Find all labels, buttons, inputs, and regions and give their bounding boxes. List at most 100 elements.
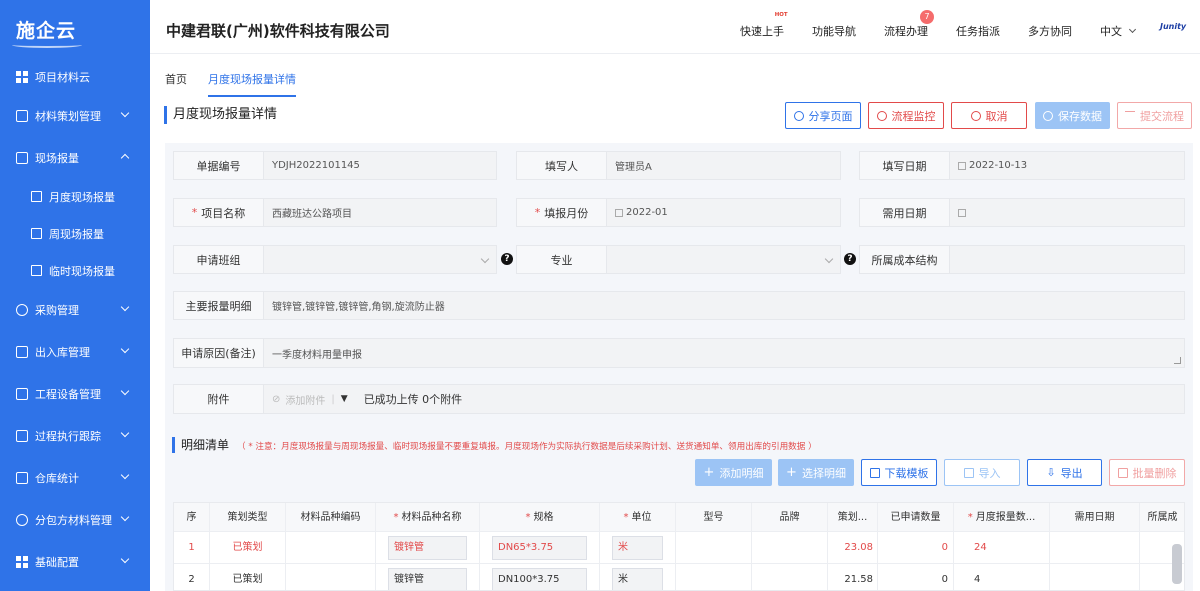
col-model: 型号 bbox=[676, 503, 752, 532]
chevron-up-icon bbox=[120, 153, 130, 163]
monitor-icon bbox=[876, 110, 887, 121]
field-bill-no: 单据编号 YDJH2022101145 bbox=[173, 151, 497, 180]
calendar-icon bbox=[31, 228, 42, 239]
field-main-detail[interactable]: 主要报量明细 镀锌管,镀锌管,镀锌管,角钢,旋流防止器 bbox=[173, 291, 1185, 320]
menu-collaboration[interactable]: 多方协同 bbox=[1028, 23, 1072, 39]
grid-icon bbox=[16, 71, 28, 83]
spec-input[interactable]: DN100*3.75 bbox=[492, 568, 587, 590]
calendar-icon bbox=[958, 208, 966, 217]
crumb-current[interactable]: 月度现场报量详情 bbox=[208, 71, 296, 97]
document-icon bbox=[869, 467, 880, 478]
topbar: 中建君联(广州)软件科技有限公司 快速上手 HOT 功能导航 流程办理 7 任务指派… bbox=[150, 0, 1200, 54]
brand-logo[interactable]: Junity bbox=[1160, 22, 1186, 31]
nav-item-project-cloud[interactable]: 项目材料云 bbox=[0, 56, 150, 98]
monthly-input[interactable]: 4 bbox=[954, 564, 1050, 590]
details-note: （ * 注意：月度现场报量与周现场报量、临时现场报量不要重复填报。月度现场作为实… bbox=[237, 442, 817, 452]
field-need-date[interactable]: 需用日期 bbox=[859, 198, 1185, 227]
field-attachment: 附件 ⊘ 添加附件 | ▼ 已成功上传 0个附件 bbox=[173, 384, 1185, 414]
name-input[interactable]: 镀锌管 bbox=[388, 536, 467, 560]
sub-item-temp-report[interactable]: 临时现场报量 bbox=[0, 252, 150, 289]
field-cost-structure[interactable]: 所属成本结构 bbox=[859, 245, 1185, 274]
nav-item-material-plan[interactable]: 材料策划管理 bbox=[0, 95, 150, 137]
help-icon[interactable]: ? bbox=[501, 253, 513, 265]
submit-button[interactable]: 提交流程 bbox=[1117, 102, 1192, 129]
nav-item-warehouse-stats[interactable]: 仓库统计 bbox=[0, 457, 150, 499]
breadcrumb: 首页 月度现场报量详情 bbox=[150, 54, 1200, 97]
cancel-button[interactable]: 取消 bbox=[951, 102, 1027, 129]
col-monthly: * 月度报量数... bbox=[954, 503, 1050, 532]
menu-quick-start[interactable]: 快速上手 HOT bbox=[740, 11, 787, 39]
field-report-month[interactable]: * 填报月份 2022-01 bbox=[516, 198, 841, 227]
track-icon bbox=[16, 430, 28, 442]
chevron-down-icon bbox=[120, 470, 130, 480]
language-select[interactable]: 中文 bbox=[1100, 23, 1137, 39]
field-major-select[interactable]: 专业 bbox=[516, 245, 841, 274]
menu-process[interactable]: 流程办理 7 bbox=[884, 10, 934, 39]
logo[interactable]: 施企云 bbox=[0, 0, 150, 58]
chevron-down-icon bbox=[120, 554, 130, 564]
col-unit: * 单位 bbox=[600, 503, 676, 532]
crumb-home[interactable]: 首页 bbox=[165, 71, 187, 87]
company-name: 中建君联(广州)软件科技有限公司 bbox=[166, 22, 390, 40]
chevron-down-icon bbox=[120, 386, 130, 396]
caret-down-icon[interactable]: ▼ bbox=[341, 394, 348, 404]
chevron-down-icon bbox=[120, 512, 130, 522]
field-writer: 填写人 管理员A bbox=[516, 151, 841, 180]
col-applied: 已申请数量 bbox=[878, 503, 954, 532]
monthly-input[interactable]: 24 bbox=[954, 532, 1050, 564]
col-seq: 序 bbox=[174, 503, 210, 532]
plus-icon: + bbox=[786, 465, 797, 480]
process-monitor-button[interactable]: 流程监控 bbox=[868, 102, 944, 129]
field-project[interactable]: * 项目名称 西藏班达公路项目 bbox=[173, 198, 497, 227]
check-icon bbox=[1043, 110, 1053, 121]
document-icon bbox=[31, 191, 42, 202]
unit-input[interactable]: 米 bbox=[612, 536, 663, 560]
menu-task-assign[interactable]: 任务指派 bbox=[956, 23, 1000, 39]
upload-icon bbox=[1125, 110, 1135, 121]
add-attachment-button[interactable]: 添加附件 bbox=[285, 392, 325, 407]
nav-item-purchase[interactable]: 采购管理 bbox=[0, 289, 150, 331]
download-icon: ⇩ bbox=[1046, 466, 1056, 479]
spec-input[interactable]: DN65*3.75 bbox=[492, 536, 587, 560]
resize-handle[interactable] bbox=[1174, 357, 1181, 364]
select-detail-button[interactable]: + 选择明细 bbox=[778, 459, 854, 486]
col-spec: * 规格 bbox=[480, 503, 600, 532]
import-button[interactable]: 导入 bbox=[944, 459, 1020, 486]
help-icon[interactable]: ? bbox=[844, 253, 856, 265]
export-button[interactable]: ⇩ 导出 bbox=[1027, 459, 1102, 486]
card-icon bbox=[31, 265, 42, 276]
sub-item-weekly-report[interactable]: 周现场报量 bbox=[0, 215, 150, 252]
col-type: 策划类型 bbox=[210, 503, 286, 532]
detail-table: 序 策划类型 材料品种编码 * 材料品种名称 * 规格 * 单位 型号 品牌 策划..… bbox=[173, 502, 1185, 591]
nav-item-equipment[interactable]: 工程设备管理 bbox=[0, 373, 150, 415]
trash-icon bbox=[1117, 467, 1128, 478]
name-input[interactable]: 镀锌管 bbox=[388, 568, 467, 590]
menu-function-nav[interactable]: 功能导航 bbox=[812, 23, 856, 39]
stats-icon bbox=[16, 472, 28, 484]
unit-input[interactable]: 米 bbox=[612, 568, 663, 590]
save-button[interactable]: 保存数据 bbox=[1035, 102, 1110, 129]
field-team-select[interactable]: 申请班组 bbox=[173, 245, 497, 274]
nav-item-warehouse[interactable]: 出入库管理 bbox=[0, 331, 150, 373]
cancel-icon bbox=[970, 110, 981, 121]
chevron-down-icon bbox=[120, 302, 130, 312]
field-reason[interactable]: 申请原因(备注) 一季度材料用量申报 bbox=[173, 338, 1185, 368]
nav-item-config[interactable]: 基础配置 bbox=[0, 541, 150, 583]
chevron-down-icon bbox=[120, 428, 130, 438]
page-title: 月度现场报量详情 bbox=[164, 106, 277, 124]
col-cost: 所属成 bbox=[1140, 503, 1184, 532]
batch-delete-button[interactable]: 批量删除 bbox=[1109, 459, 1185, 486]
download-template-button[interactable]: 下载模板 bbox=[861, 459, 937, 486]
nav-item-site-report[interactable]: 现场报量 bbox=[0, 137, 150, 179]
sub-item-monthly-report[interactable]: 月度现场报量 bbox=[0, 178, 150, 215]
field-fill-date[interactable]: 填写日期 2022-10-13 bbox=[859, 151, 1185, 180]
table-scrollbar[interactable] bbox=[1172, 544, 1182, 584]
chevron-down-icon bbox=[120, 108, 130, 118]
nav-item-tracking[interactable]: 过程执行跟踪 bbox=[0, 415, 150, 457]
add-detail-button[interactable]: + 添加明细 bbox=[695, 459, 772, 486]
col-need-date: 需用日期 bbox=[1050, 503, 1140, 532]
share-button[interactable]: 分享页面 bbox=[785, 102, 861, 129]
col-code: 材料品种编码 bbox=[286, 503, 376, 532]
calendar-icon bbox=[958, 161, 966, 170]
nav-item-subcontract[interactable]: 分包方材料管理 bbox=[0, 499, 150, 541]
